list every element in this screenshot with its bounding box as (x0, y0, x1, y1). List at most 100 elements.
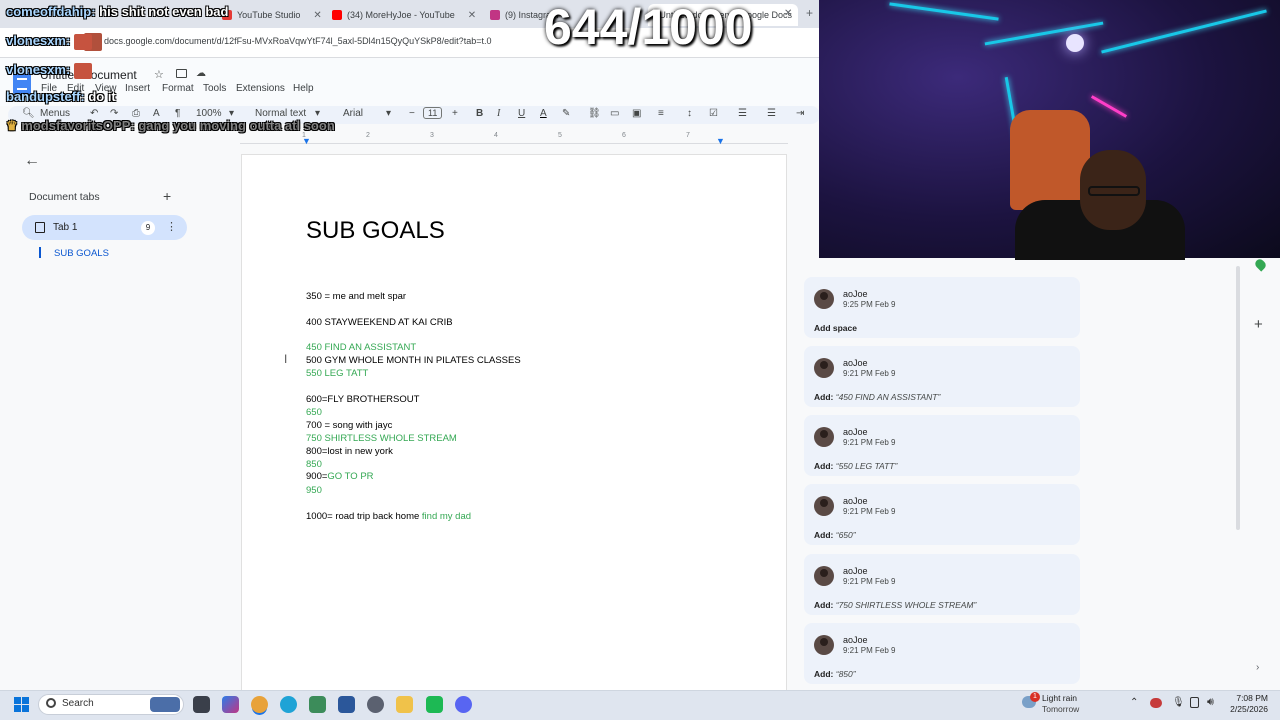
chevron-right-icon[interactable]: › (1256, 662, 1259, 673)
tab-1-label[interactable]: Tab 1 (53, 222, 77, 233)
menu-help[interactable]: Help (293, 83, 314, 94)
goal-line[interactable]: 350 = me and melt spar (306, 291, 406, 302)
ruler-tick: 2 (366, 132, 370, 139)
close-icon[interactable]: ✕ (313, 10, 321, 21)
taskbar-clock[interactable]: 7:08 PM (1228, 693, 1268, 703)
image-icon[interactable]: ▣ (632, 108, 641, 119)
highlight-icon[interactable]: ✎ (562, 108, 570, 119)
numbered-list-icon[interactable]: ☰ (767, 108, 776, 119)
comment-card[interactable]: aoJoe 9:25 PM Feb 9 Add space (804, 277, 1080, 338)
edge-icon[interactable] (280, 696, 297, 713)
bold-icon[interactable]: B (476, 108, 483, 119)
font-size-input[interactable]: 11 (423, 107, 443, 119)
close-icon[interactable]: ✕ (468, 10, 476, 21)
weather-label[interactable]: Light rain (1042, 693, 1077, 703)
text-color-icon[interactable]: A (540, 108, 547, 119)
weather-badge: 1 (1030, 692, 1040, 702)
volume-icon[interactable]: 🔊︎ (1207, 696, 1214, 709)
comment-card[interactable]: aoJoe 9:21 PM Feb 9 Add: “850” (804, 623, 1080, 684)
font-size-decrease-button[interactable]: − (409, 108, 415, 119)
goal-line[interactable]: 750 SHIRTLESS WHOLE STREAM (306, 433, 457, 444)
goal-line-1000[interactable]: 1000= road trip back home find my dad (306, 511, 471, 522)
goal-line-900[interactable]: 900=GO TO PR (306, 471, 374, 482)
discord-icon[interactable] (455, 696, 472, 713)
checklist-icon[interactable]: ☑ (709, 108, 718, 119)
chevron-up-icon[interactable]: ⌃ (1130, 697, 1138, 708)
italic-icon[interactable]: I (497, 108, 500, 119)
align-icon[interactable]: ≡ (658, 108, 664, 119)
copilot-icon[interactable] (222, 696, 239, 713)
comment-card[interactable]: aoJoe 9:21 PM Feb 9 Add: “450 FIND AN AS… (804, 346, 1080, 407)
star-icon[interactable]: ☆ (154, 68, 164, 81)
comment-text: Add: “750 SHIRTLESS WHOLE STREAM” (814, 600, 976, 610)
vertical-scrollbar[interactable] (1236, 266, 1240, 530)
menu-insert[interactable]: Insert (125, 83, 150, 94)
goal-line[interactable]: 850 (306, 459, 322, 470)
led-strip (984, 21, 1104, 46)
comment-icon[interactable]: ▭ (610, 108, 619, 119)
page-heading[interactable]: SUB GOALS (306, 217, 445, 245)
comment-time: 9:21 PM Feb 9 (843, 369, 896, 378)
comment-card[interactable]: aoJoe 9:21 PM Feb 9 Add: “550 LEG TATT” (804, 415, 1080, 476)
tray-app-icon[interactable] (1150, 698, 1162, 708)
taskbar-date[interactable]: 2/25/2026 (1218, 704, 1268, 714)
docs-header (0, 58, 820, 106)
comment-text: Add space (814, 323, 857, 333)
goal-line[interactable]: 400 STAYWEEKEND AT KAI CRIB (306, 317, 453, 328)
chat-username: bandupsteff: (6, 89, 85, 104)
menu-tools[interactable]: Tools (203, 83, 226, 94)
taskbar-search-label[interactable]: Search (62, 698, 94, 709)
new-tab-icon[interactable]: + (806, 6, 813, 20)
goal-line[interactable]: 800=lost in new york (306, 446, 393, 457)
url-field[interactable]: docs.google.com/document/d/12fFsu-MVxRoa… (104, 36, 491, 46)
file-explorer-icon[interactable] (396, 696, 413, 713)
comment-card[interactable]: aoJoe 9:21 PM Feb 9 Add: “750 SHIRTLESS … (804, 554, 1080, 615)
goal-line[interactable]: 700 = song with jayc (306, 420, 392, 431)
tab-youtube-studio[interactable]: YouTube Studio ✕ (222, 4, 322, 26)
underline-icon[interactable]: U (518, 108, 525, 119)
font-size-increase-button[interactable]: + (452, 108, 458, 119)
left-indent-handle[interactable]: ▼ (302, 136, 311, 146)
menu-extensions[interactable]: Extensions (236, 83, 285, 94)
menu-format[interactable]: Format (162, 83, 194, 94)
move-folder-icon[interactable] (176, 69, 187, 78)
phone-link-icon[interactable] (1190, 697, 1199, 708)
outline-item-sub-goals[interactable]: SUB GOALS (54, 248, 109, 259)
comment-card[interactable]: aoJoe 9:21 PM Feb 9 Add: “650” (804, 484, 1080, 545)
add-tab-button[interactable]: + (163, 188, 171, 204)
right-indent-handle[interactable]: ▼ (716, 136, 725, 146)
store-icon[interactable] (338, 696, 355, 713)
close-icon[interactable]: ✕ (784, 8, 792, 19)
search-highlight-image[interactable] (150, 697, 180, 712)
goal-suggestion: find my dad (421, 511, 472, 522)
more-options-icon[interactable]: ⋮ (166, 220, 177, 233)
goal-line[interactable]: 650 (306, 407, 322, 418)
spotify-icon[interactable] (426, 696, 443, 713)
add-addon-icon[interactable]: + (1254, 316, 1263, 333)
tab-youtube[interactable]: (34) MoreHyJoe - YouTube ✕ (332, 4, 476, 26)
tab-1[interactable] (22, 215, 187, 240)
chevron-down-icon[interactable]: ▾ (386, 108, 391, 119)
comment-action: Add: (814, 600, 834, 610)
goal-line[interactable]: 950 (306, 485, 322, 496)
obs-icon[interactable] (367, 696, 384, 713)
font-select[interactable]: Arial (343, 108, 363, 119)
goal-line[interactable]: 600=FLY BROTHERSOUT (306, 394, 419, 405)
goal-line[interactable]: 450 FIND AN ASSISTANT (306, 342, 416, 353)
maps-icon[interactable] (1253, 257, 1268, 272)
line-spacing-icon[interactable]: ↕ (687, 108, 692, 119)
back-arrow-icon[interactable]: ← (24, 152, 40, 170)
microphone-icon[interactable]: 🎙︎ (1172, 697, 1185, 708)
link-icon[interactable]: ⛓ (588, 108, 601, 119)
task-view-icon[interactable] (193, 696, 210, 713)
bulleted-list-icon[interactable]: ☰ (738, 108, 747, 119)
avatar (814, 496, 834, 516)
goal-line[interactable]: 550 LEG TATT (306, 368, 368, 379)
indent-icon[interactable]: ⇥ (796, 108, 804, 119)
tab-count-badge: 9 (141, 221, 155, 235)
chrome-icon[interactable] (251, 696, 268, 713)
app-icon[interactable] (309, 696, 326, 713)
goal-line[interactable]: 500 GYM WHOLE MONTH IN PILATES CLASSES (306, 355, 521, 366)
chat-message: ♛ modsfavoritsOPP: gang you moving outta… (6, 118, 335, 134)
windows-start-icon[interactable] (14, 697, 29, 712)
